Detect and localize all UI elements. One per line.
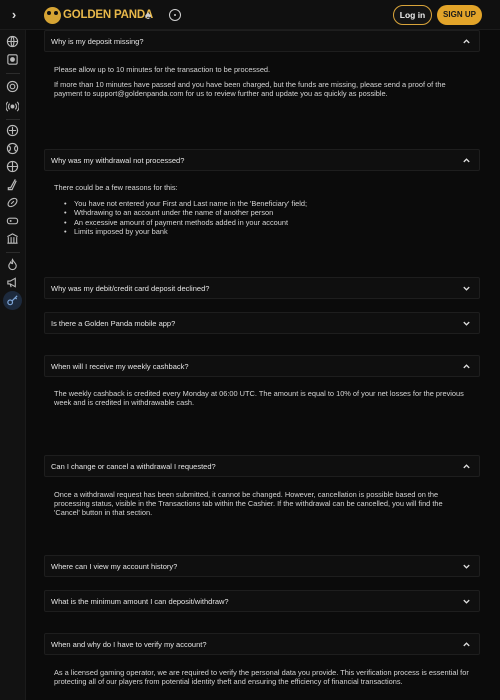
- live-icon[interactable]: [6, 100, 19, 113]
- football-icon[interactable]: [6, 196, 19, 209]
- faq-question[interactable]: When will I receive my weekly cashback?: [44, 355, 480, 377]
- card-icon[interactable]: [6, 53, 19, 66]
- faq-question-text: When will I receive my weekly cashback?: [51, 362, 189, 371]
- hockey-icon[interactable]: [6, 178, 19, 191]
- faq-question[interactable]: What is the minimum amount I can deposit…: [44, 590, 480, 612]
- panda-logo-icon: [44, 6, 61, 24]
- list-item: You have not entered your First and Last…: [64, 199, 470, 208]
- faq-answer-text: Please allow up to 10 minutes for the tr…: [54, 65, 271, 74]
- faq-answer: Once a withdrawal request has been submi…: [54, 490, 470, 518]
- fire-icon[interactable]: [6, 258, 19, 271]
- faq-question-text: Why is my deposit missing?: [51, 37, 144, 46]
- faq-answer-text: There could be a few reasons for this:: [54, 183, 178, 192]
- chevron-down-icon: [463, 286, 470, 291]
- sports-icon[interactable]: [6, 124, 19, 137]
- esports-icon[interactable]: [6, 214, 19, 227]
- signup-button[interactable]: SIGN UP: [437, 5, 482, 25]
- login-button[interactable]: Log in: [393, 5, 432, 25]
- chevron-up-icon: [463, 642, 470, 647]
- chevron-up-icon: [463, 158, 470, 163]
- clock-icon[interactable]: [169, 9, 181, 21]
- faq-question[interactable]: Why was my withdrawal not processed?: [44, 149, 480, 171]
- chip-icon[interactable]: [6, 80, 19, 93]
- faq-question-text: Why was my withdrawal not processed?: [51, 156, 185, 165]
- sidebar-divider: [6, 252, 20, 253]
- faq-question-text: Where can I view my account history?: [51, 562, 178, 571]
- faq-question[interactable]: Can I change or cancel a withdrawal I re…: [44, 455, 480, 477]
- chevron-up-icon: [463, 364, 470, 369]
- faq-reasons-list: You have not entered your First and Last…: [64, 199, 470, 236]
- chevron-up-icon: [463, 464, 470, 469]
- sidebar-divider: [6, 119, 20, 120]
- faq-question-text: Why was my debit/credit card deposit dec…: [51, 284, 210, 293]
- faq-question[interactable]: Where can I view my account history?: [44, 555, 480, 577]
- chevron-down-icon: [463, 321, 470, 326]
- faq-question[interactable]: Is there a Golden Panda mobile app?: [44, 312, 480, 334]
- faq-answer: As a licensed gaming operator, we are re…: [54, 668, 470, 686]
- basketball-icon[interactable]: [6, 160, 19, 173]
- faq-answer: Please allow up to 10 minutes for the tr…: [54, 65, 470, 99]
- chevron-down-icon: [463, 599, 470, 604]
- support-key-icon[interactable]: [6, 294, 19, 307]
- casino-building-icon[interactable]: [6, 232, 19, 245]
- faq-answer-text: As a licensed gaming operator, we are re…: [54, 668, 469, 687]
- globe-icon[interactable]: [6, 35, 19, 48]
- faq-question[interactable]: When and why do I have to verify my acco…: [44, 633, 480, 655]
- megaphone-icon[interactable]: [6, 276, 19, 289]
- faq-question[interactable]: Why was my debit/credit card deposit dec…: [44, 277, 480, 299]
- brand-logo[interactable]: GOLDEN PANDA: [44, 6, 153, 24]
- expand-sidebar-icon[interactable]: ›: [6, 5, 22, 25]
- faq-question-text: Can I change or cancel a withdrawal I re…: [51, 462, 216, 471]
- sidebar: [0, 30, 26, 700]
- top-bar: › GOLDEN PANDA ♠ Log in SIGN UP: [0, 0, 500, 30]
- faq-question-text: Is there a Golden Panda mobile app?: [51, 319, 176, 328]
- chevron-down-icon: [463, 564, 470, 569]
- faq-answer-text: Once a withdrawal request has been submi…: [54, 490, 443, 518]
- faq-answer-text: If more than 10 minutes have passed and …: [54, 80, 446, 99]
- list-item: Limits imposed by your bank: [64, 227, 470, 236]
- tennis-icon[interactable]: [6, 142, 19, 155]
- chevron-up-icon: [463, 39, 470, 44]
- faq-question-text: What is the minimum amount I can deposit…: [51, 597, 229, 606]
- faq-question[interactable]: Why is my deposit missing?: [44, 30, 480, 52]
- list-item: Wthdrawing to an account under the name …: [64, 208, 470, 217]
- spade-icon[interactable]: ♠: [140, 7, 156, 23]
- list-item: An excessive amount of payment methods a…: [64, 218, 470, 227]
- faq-answer: There could be a few reasons for this: Y…: [54, 183, 470, 236]
- faq-answer-text: The weekly cashback is credited every Mo…: [54, 389, 464, 408]
- faq-answer: The weekly cashback is credited every Mo…: [54, 389, 470, 407]
- sidebar-divider: [6, 73, 20, 74]
- faq-question-text: When and why do I have to verify my acco…: [51, 640, 207, 649]
